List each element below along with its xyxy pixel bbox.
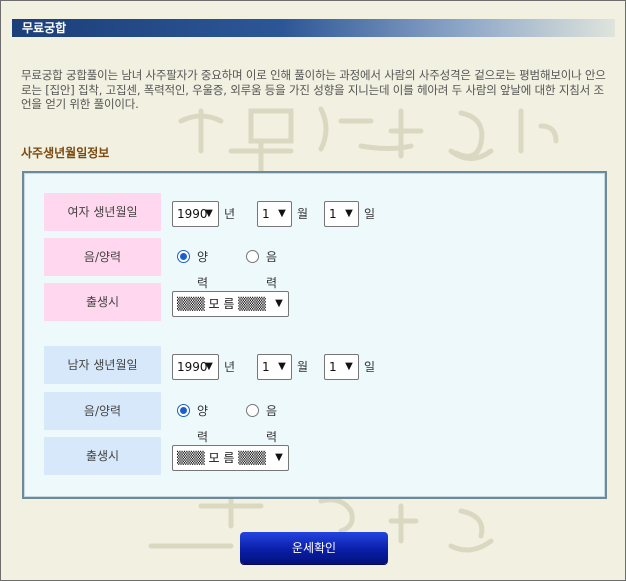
male-solar-radio[interactable] [177,404,190,417]
year-unit: 년 [224,207,236,221]
male-time-value: ▒▒▒ 모 름 ▒▒▒ [177,451,266,465]
male-solar-label[interactable]: 양력 [197,398,208,450]
year-unit: 년 [224,360,236,374]
day-unit: 일 [364,207,376,221]
female-month-select[interactable]: 1 ▼ [257,201,292,227]
female-calendar-label: 음/양력 [44,238,161,276]
male-month-value: 1 [262,360,270,374]
chevron-down-icon: ▼ [205,208,213,219]
female-solar-label[interactable]: 양력 [197,244,208,296]
male-day-select[interactable]: 1 ▼ [324,354,359,380]
chevron-down-icon: ▼ [275,298,283,309]
female-lunar-radio[interactable] [246,250,259,263]
chevron-down-icon: ▼ [205,361,213,372]
page-title: 무료궁합 [22,21,67,35]
day-unit: 일 [364,360,376,374]
female-month-value: 1 [262,207,270,221]
chevron-down-icon: ▼ [345,208,353,219]
female-time-value: ▒▒▒ 모 름 ▒▒▒ [177,297,266,311]
chevron-down-icon: ▼ [345,361,353,372]
male-month-select[interactable]: 1 ▼ [257,354,292,380]
female-lunar-label[interactable]: 음력 [266,244,277,296]
month-unit: 월 [297,360,309,374]
chevron-down-icon: ▼ [278,208,286,219]
male-calendar-label: 음/양력 [44,392,161,430]
female-birth-label: 여자 생년월일 [44,193,161,231]
male-lunar-radio[interactable] [246,404,259,417]
female-solar-radio[interactable] [177,250,190,263]
female-year-select[interactable]: 1990 ▼ [172,201,219,227]
page-frame: 무료궁합 무료궁합 궁합풀이는 남녀 사주팔자가 중요하며 이로 인해 풀이하는… [0,0,626,581]
month-unit: 월 [297,207,309,221]
section-title: 사주생년월일정보 [21,146,110,160]
male-birth-label: 남자 생년월일 [44,346,161,384]
female-day-select[interactable]: 1 ▼ [324,201,359,227]
fortune-check-button[interactable]: 운세확인 [240,532,388,564]
male-time-select[interactable]: ▒▒▒ 모 름 ▒▒▒ ▼ [172,445,289,471]
male-year-select[interactable]: 1990 ▼ [172,354,219,380]
male-time-label: 출생시 [44,437,161,475]
female-day-value: 1 [329,207,337,221]
birth-info-panel: 여자 생년월일 1990 ▼ 년 1 ▼ 월 1 ▼ 일 음/양력 양력 음력 [22,171,607,499]
chevron-down-icon: ▼ [278,361,286,372]
female-time-label: 출생시 [44,283,161,321]
title-bar: 무료궁합 [12,19,615,37]
female-time-select[interactable]: ▒▒▒ 모 름 ▒▒▒ ▼ [172,291,289,317]
male-lunar-label[interactable]: 음력 [266,398,277,450]
male-day-value: 1 [329,360,337,374]
chevron-down-icon: ▼ [275,452,283,463]
intro-text: 무료궁합 궁합풀이는 남녀 사주팔자가 중요하며 이로 인해 풀이하는 과정에서… [21,68,606,111]
